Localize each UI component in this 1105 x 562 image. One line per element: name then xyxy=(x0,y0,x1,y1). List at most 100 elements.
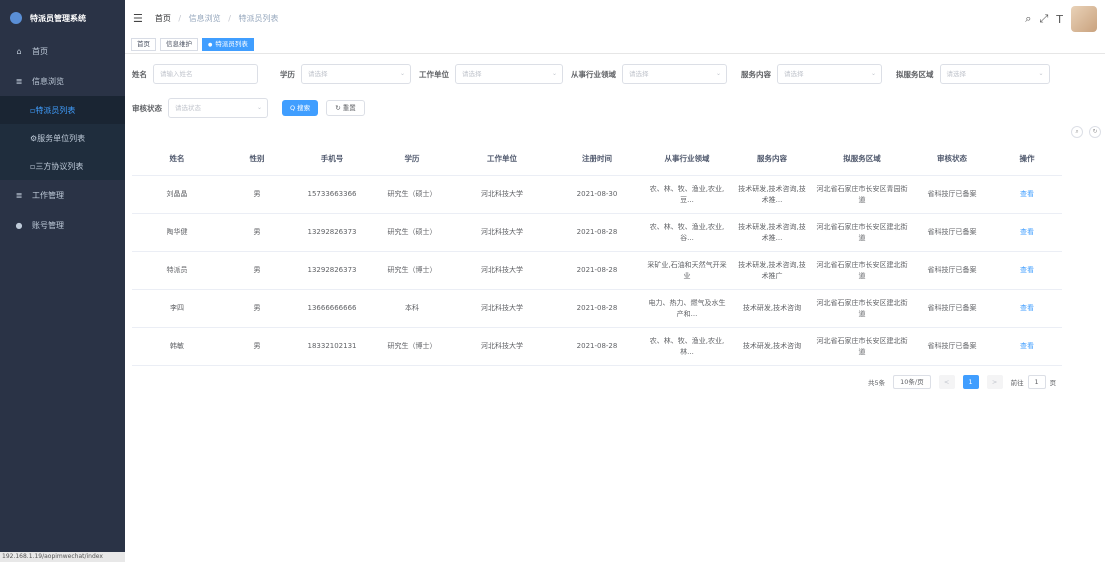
table-cell: 河北省石家庄市长安区青园街道 xyxy=(816,184,908,204)
commissioner-table: 姓名 性别 手机号 学历 工作单位 注册时间 从事行业领域 服务内容 拟服务区域… xyxy=(132,142,1062,366)
goto-page-input[interactable]: 1 xyxy=(1027,375,1046,389)
chevron-down-icon: ⌄ xyxy=(715,70,721,77)
page-suffix: 页 xyxy=(1049,379,1057,387)
app-logo[interactable]: 特派员管理系统 xyxy=(0,0,125,36)
view-link[interactable]: 查看 xyxy=(992,265,1062,276)
name-input[interactable]: 请输入姓名 xyxy=(153,64,258,84)
table-cell: 河北科技大学 xyxy=(481,304,523,312)
hamburger-icon[interactable]: ☰ xyxy=(133,12,143,25)
table-cell: 13292826373 xyxy=(307,228,357,236)
table-cell: 省科技厅已备案 xyxy=(927,342,977,350)
total-count: 共5条 xyxy=(868,379,886,387)
table-cell: 河北省石家庄市长安区建北街道 xyxy=(816,298,908,318)
view-link[interactable]: 查看 xyxy=(992,303,1062,314)
view-link[interactable]: 查看 xyxy=(992,189,1062,200)
prev-page-button[interactable]: < xyxy=(938,375,955,389)
table-cell: 李四 xyxy=(170,304,184,312)
table-cell: 18332102131 xyxy=(307,342,357,350)
font-size-icon[interactable]: T xyxy=(1056,13,1063,26)
table-cell: 技术研发,技术咨询 xyxy=(742,304,802,312)
next-page-button[interactable]: > xyxy=(986,375,1003,389)
table-cell: 陶华健 xyxy=(166,228,188,236)
status-label: 审核状态 xyxy=(132,103,162,113)
sidebar-item-service-unit-list[interactable]: ⚙ 服务单位列表 xyxy=(0,124,125,152)
home-icon: ⌂ xyxy=(16,46,22,56)
search-button[interactable]: Q 搜索 xyxy=(282,100,319,116)
tags-view: 首页 信息维护 特派员列表 xyxy=(125,36,1105,54)
page-size-select[interactable]: 10条/页 xyxy=(893,375,931,389)
filter-form: 姓名 请输入姓名 学历 请选择 ⌄ 工作单位 请选择 ⌄ 从事行业领域 请选择 ⌄ 服… xyxy=(132,62,1085,130)
page-jumper: 前往 1 页 xyxy=(1011,375,1057,389)
breadcrumb-separator: / xyxy=(228,13,231,23)
table-cell: 2021-08-28 xyxy=(576,266,618,274)
column-header: 从事行业领域 xyxy=(664,154,710,163)
table-cell: 农、林、牧、渔业,农业,林... xyxy=(649,336,725,356)
table-cell: 河北科技大学 xyxy=(481,228,523,236)
sidebar-item-label: 账号管理 xyxy=(32,220,64,230)
sidebar-item-work[interactable]: ≣ 工作管理 xyxy=(0,180,125,210)
table-tools: ⌕ ↻ xyxy=(1071,126,1101,138)
reset-button[interactable]: ↻ 重置 xyxy=(326,100,365,116)
column-header: 性别 xyxy=(249,154,265,163)
table-cell: 男 xyxy=(253,342,261,350)
table-cell: 男 xyxy=(253,190,261,198)
table-header: 姓名 性别 手机号 学历 工作单位 注册时间 从事行业领域 服务内容 拟服务区域… xyxy=(132,142,1062,176)
sidebar-item-account[interactable]: ● 账号管理 xyxy=(0,210,125,240)
page-number-button[interactable]: 1 xyxy=(962,375,979,389)
unit-select[interactable]: 请选择 ⌄ xyxy=(455,64,563,84)
column-header: 拟服务区域 xyxy=(843,154,881,163)
sidebar: 特派员管理系统 ⌂ 首页 ≣ 信息浏览 ▫ 特派员列表 ⚙ 服务单位列表 ▫ 三… xyxy=(0,0,125,562)
refresh-icon[interactable]: ↻ xyxy=(1089,126,1101,138)
table-cell: 13666666666 xyxy=(307,304,357,312)
sidebar-item-browse[interactable]: ≣ 信息浏览 xyxy=(0,66,125,96)
app-title: 特派员管理系统 xyxy=(30,13,86,23)
sidebar-item-agreement-list[interactable]: ▫ 三方协议列表 xyxy=(0,152,125,180)
table-cell: 河北省石家庄市长安区建北街道 xyxy=(816,336,908,356)
service-select[interactable]: 请选择 ⌄ xyxy=(777,64,882,84)
industry-select[interactable]: 请选择 ⌄ xyxy=(622,64,727,84)
table-cell: 刘晶晶 xyxy=(166,190,188,198)
table-cell: 省科技厅已备案 xyxy=(927,228,977,236)
view-link[interactable]: 查看 xyxy=(992,341,1062,352)
breadcrumb-item: 特派员列表 xyxy=(238,13,279,23)
column-header: 审核状态 xyxy=(937,154,967,163)
table-cell: 河北省石家庄市长安区建北街道 xyxy=(816,222,908,242)
table-cell: 省科技厅已备案 xyxy=(927,304,977,312)
industry-label: 从事行业领域 xyxy=(571,69,616,79)
status-placeholder: 请选状态 xyxy=(175,104,201,112)
sidebar-item-label: 工作管理 xyxy=(32,190,64,200)
table-cell: 研究生（博士） xyxy=(387,342,437,350)
table-cell: 15733663366 xyxy=(307,190,357,198)
chevron-down-icon: ⌄ xyxy=(870,70,876,77)
edu-select[interactable]: 请选择 ⌄ xyxy=(301,64,411,84)
search-toggle-icon[interactable]: ⌕ xyxy=(1071,126,1083,138)
table-cell: 河北科技大学 xyxy=(481,266,523,274)
view-link[interactable]: 查看 xyxy=(992,227,1062,238)
unit-placeholder: 请选择 xyxy=(462,70,482,78)
column-header: 学历 xyxy=(404,154,420,163)
tag-home[interactable]: 首页 xyxy=(131,38,156,51)
table-cell: 13292826373 xyxy=(307,266,357,274)
area-select[interactable]: 请选择 ⌄ xyxy=(939,64,1050,84)
table-row: 韩敏 男 18332102131 研究生（博士） 河北科技大学 2021-08-28 农、林… xyxy=(132,328,1062,366)
gear-icon: ⚙ xyxy=(30,133,38,143)
sidebar-item-home[interactable]: ⌂ 首页 xyxy=(0,36,125,66)
table-cell: 河北科技大学 xyxy=(481,342,523,350)
sidebar-item-label: 特派员列表 xyxy=(35,105,76,115)
table-cell: 河北省石家庄市长安区建北街道 xyxy=(816,260,908,280)
tag-commissioner-list[interactable]: 特派员列表 xyxy=(202,38,254,51)
avatar[interactable] xyxy=(1071,6,1097,32)
table-row: 陶华健 男 13292826373 研究生（硕士） 河北科技大学 2021-08-28 农、… xyxy=(132,214,1062,252)
fullscreen-icon[interactable]: ⤢ xyxy=(1039,12,1048,26)
header: ☰ 首页 / 信息浏览 / 特派员列表 ⌕ ⤢ T xyxy=(125,0,1105,36)
sidebar-item-commissioner-list[interactable]: ▫ 特派员列表 xyxy=(0,96,125,124)
breadcrumb-item[interactable]: 首页 xyxy=(155,14,171,23)
tag-info-maintain[interactable]: 信息维护 xyxy=(160,38,198,51)
sidebar-item-label: 首页 xyxy=(32,46,48,56)
status-select[interactable]: 请选状态 ⌄ xyxy=(168,98,268,118)
chevron-down-icon: ⌄ xyxy=(256,104,262,111)
area-placeholder: 请选择 xyxy=(946,70,967,78)
search-icon[interactable]: ⌕ xyxy=(1025,12,1031,26)
chevron-down-icon: ⌄ xyxy=(399,70,405,77)
table-cell: 2021-08-28 xyxy=(576,304,618,312)
